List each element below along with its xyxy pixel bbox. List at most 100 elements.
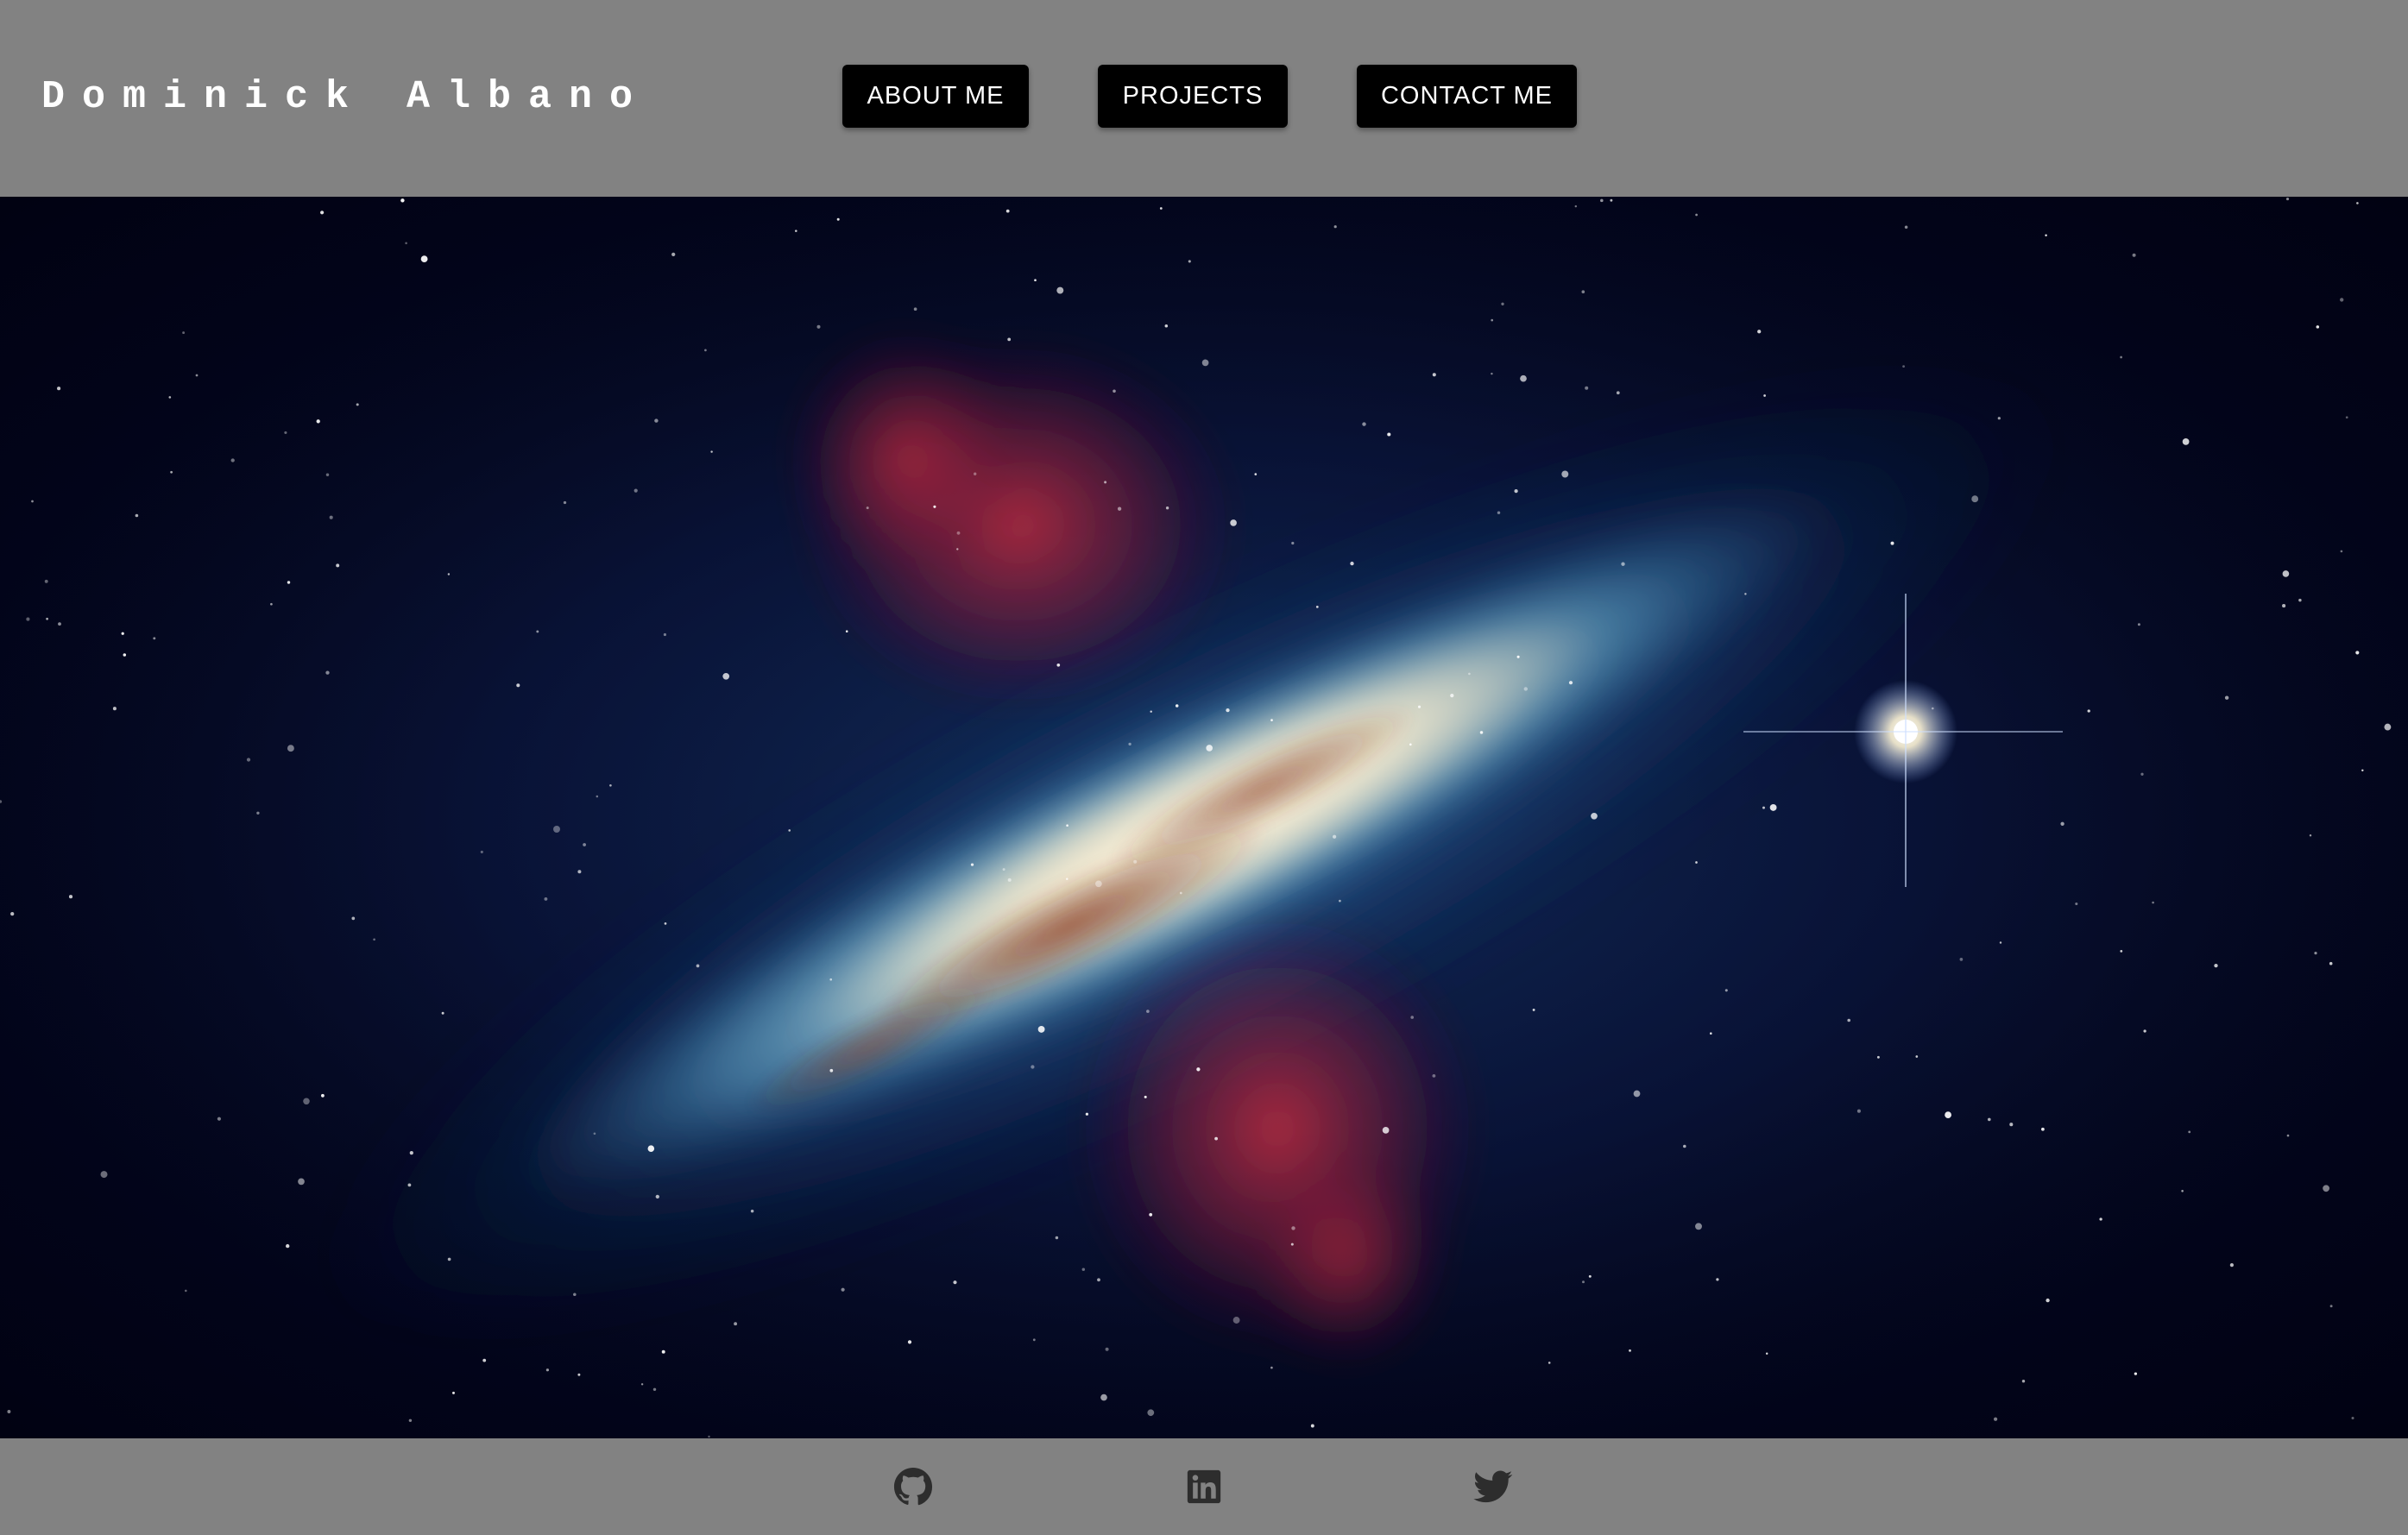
star [2045,234,2047,237]
star [1291,1226,1295,1230]
star [671,252,676,257]
github-icon[interactable] [891,1464,936,1509]
star [829,978,833,981]
star [577,1373,581,1376]
star [480,850,483,853]
star [1214,1136,1218,1141]
star [1479,731,1484,734]
star [696,964,700,968]
star [1468,672,1471,676]
star [2340,550,2343,553]
star [2361,769,2364,772]
star [1196,1067,1201,1072]
star [1188,260,1191,263]
star [68,895,73,899]
star [788,829,791,832]
star [1762,806,1765,809]
star [2134,1372,2138,1375]
star [1902,365,1906,368]
star [1409,743,1412,746]
star [1105,1347,1109,1351]
star [1164,324,1169,328]
star [329,515,333,519]
star [2329,1305,2333,1308]
star [1147,1409,1155,1417]
linkedin-icon[interactable] [1182,1464,1226,1509]
star [195,374,199,377]
star [2021,1380,2026,1383]
star [647,1145,655,1152]
star [482,1358,487,1362]
star [841,1287,845,1292]
star [1226,708,1230,713]
contact-me-button[interactable]: CONTACT ME [1357,65,1577,128]
star [1847,1018,1850,1022]
star [1387,432,1391,437]
star [710,450,713,453]
star [1432,373,1436,377]
star [734,1322,738,1326]
star [1095,880,1102,888]
star [58,622,61,626]
star [409,1150,413,1155]
star [2224,695,2229,700]
star [100,1171,108,1179]
site-footer [0,1438,2408,1535]
star [2329,961,2333,966]
star [640,1383,644,1386]
star [246,758,251,762]
star [2152,901,2154,904]
about-me-button[interactable]: ABOUT ME [842,65,1029,128]
twitter-icon[interactable] [1471,1464,1516,1509]
star [452,1391,455,1394]
star [1856,1109,1861,1113]
star [2099,1217,2102,1221]
star [1100,1393,1107,1401]
star [26,617,30,621]
star [1588,1274,1592,1278]
star [1987,1117,1991,1122]
star [1491,318,1494,322]
star [2229,1263,2234,1268]
star [1548,1362,1551,1364]
star [1997,417,2001,420]
star [866,506,869,510]
star [836,217,840,221]
star [593,1132,596,1136]
star [1085,1112,1089,1116]
star [1724,989,1728,992]
star [1904,225,1908,230]
projects-button[interactable]: PROJECTS [1098,65,1288,128]
star [2314,952,2317,955]
star [1616,391,1620,395]
star [325,473,330,476]
star [57,387,61,391]
star [829,1068,834,1073]
star [405,242,407,245]
star [2140,772,2144,776]
star [956,548,959,550]
star [284,431,287,434]
star [373,938,375,941]
star [1890,541,1894,545]
star [1523,687,1529,691]
star [168,396,172,399]
star [1514,488,1518,494]
star [217,1117,221,1121]
star [2143,1029,2146,1033]
star [1497,511,1501,514]
star [447,573,451,576]
star [1561,470,1569,478]
star [1175,704,1179,708]
star [750,1209,754,1213]
star [913,307,917,311]
star [536,630,539,633]
galaxy-illustration [0,197,2408,1438]
star [400,198,405,203]
star [1999,941,2002,944]
star [2282,570,2290,577]
star [573,1293,577,1297]
star [286,1243,290,1249]
star [1056,663,1061,667]
star [1945,1111,1951,1118]
